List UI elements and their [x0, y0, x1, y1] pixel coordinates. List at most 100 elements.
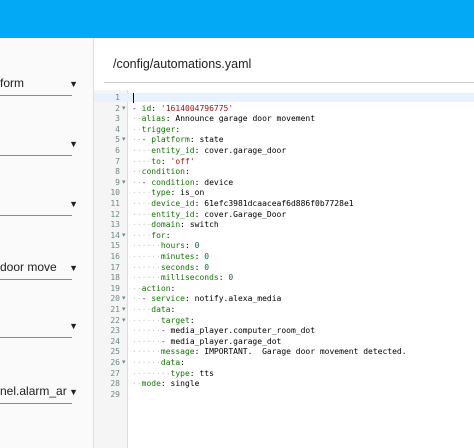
line-number: 25: [110, 347, 120, 357]
fold-arrow-icon[interactable]: ▾: [122, 294, 126, 303]
select-value: nel.alarm_ar: [0, 384, 67, 398]
code-text: ··- condition: device: [132, 178, 233, 187]
yaml-key: action: [141, 283, 171, 293]
text-cursor: [133, 93, 134, 103]
code-line[interactable]: 21 ▾ ····data:: [94, 305, 474, 314]
indent-guide: ··: [132, 114, 142, 124]
fold-arrow-icon[interactable]: ▾: [122, 231, 126, 240]
yaml-key: condition: [151, 177, 195, 187]
yaml-key: entity_id: [151, 146, 195, 155]
code-line[interactable]: 27 ········type: tts: [94, 369, 474, 378]
yaml-value: device: [204, 177, 234, 187]
colon: :: [194, 252, 205, 261]
indent-guide: ··: [132, 379, 142, 389]
code-line[interactable]: 2 ▾ - id: '1614004796775': [94, 104, 474, 113]
code-editor[interactable]: 1 2 ▾ - id: '1614004796775' 3 ··alias: Announ…: [94, 90, 474, 448]
select-field-5[interactable]: ▼: [0, 312, 78, 338]
code-line[interactable]: 19 ··action:: [94, 284, 474, 293]
colon: :: [175, 124, 181, 134]
colon: :: [189, 315, 195, 325]
indent-guide: ····: [132, 220, 152, 230]
select-field-1[interactable]: form ▼: [0, 70, 78, 96]
code-text: ······- media_player.garage_dot: [132, 337, 281, 346]
line-number: 3: [115, 114, 120, 124]
code-line[interactable]: 18 ······milliseconds: 0: [94, 273, 474, 282]
line-number: 20: [110, 294, 120, 304]
select-field-3[interactable]: ▼: [0, 190, 78, 216]
yaml-key: target: [160, 315, 190, 325]
fold-arrow-icon[interactable]: ▾: [122, 178, 126, 187]
colon: :: [180, 220, 190, 230]
code-text: ······hours: 0: [132, 241, 199, 250]
select-field-2[interactable]: ▼: [0, 130, 78, 156]
code-line[interactable]: 10 ····type: is_on: [94, 188, 474, 197]
code-line[interactable]: 5 ▾ ··- platform: state: [94, 135, 474, 144]
code-line[interactable]: 29: [94, 390, 474, 399]
yaml-value: notify.alexa_media: [194, 294, 282, 304]
code-line[interactable]: 13 ····domain: switch: [94, 220, 474, 229]
list-dash: -: [160, 336, 171, 346]
code-line[interactable]: 11 ····device_id: 61efc3981dcaaceaf6d886f…: [94, 199, 474, 208]
code-line[interactable]: 6 ····entity_id: cover.garage_door: [94, 146, 474, 155]
yaml-key: type: [151, 188, 171, 198]
line-number: 6: [115, 146, 120, 155]
code-line[interactable]: 23 ······- media_player.computer_room_dot: [94, 326, 474, 335]
indent-guide: ··: [132, 135, 142, 145]
code-line[interactable]: 4 ··trigger:: [94, 125, 474, 134]
yaml-key: to: [151, 156, 161, 166]
line-number: 1: [115, 93, 120, 102]
code-text: ····for:: [132, 231, 171, 240]
code-line[interactable]: 3 ··alias: Announce garage door movement: [94, 114, 474, 123]
code-line[interactable]: 8 ··condition:: [94, 167, 474, 176]
code-line[interactable]: 14 ▾ ····for:: [94, 231, 474, 240]
fold-arrow-icon[interactable]: ▾: [122, 358, 126, 367]
code-line[interactable]: 7 ····to: 'off': [94, 157, 474, 166]
line-number: 14: [110, 230, 120, 240]
yaml-value: state: [199, 135, 224, 145]
yaml-value: media_player.computer_room_dot: [170, 326, 316, 336]
code-line[interactable]: 28 ··mode: single: [94, 379, 474, 388]
yaml-key: mode: [141, 379, 161, 389]
list-dash: -: [141, 177, 152, 187]
line-number: 2: [115, 103, 120, 113]
code-text: ··- platform: state: [132, 135, 224, 144]
yaml-value: switch: [189, 220, 219, 230]
fold-arrow-icon[interactable]: ▾: [122, 104, 126, 113]
fold-arrow-icon[interactable]: ▾: [122, 135, 126, 144]
code-line[interactable]: 24 ······- media_player.garage_dot: [94, 337, 474, 346]
indent-guide: ····: [132, 305, 152, 314]
line-number: 24: [110, 336, 120, 346]
code-line[interactable]: 9 ▾ ··- condition: device: [94, 178, 474, 187]
yaml-value: 0: [194, 241, 200, 251]
indent-guide: ····: [132, 199, 152, 208]
code-line[interactable]: 22 ▾ ······target:: [94, 316, 474, 325]
indent-guide: ······: [132, 315, 161, 325]
yaml-key: domain: [151, 220, 181, 230]
code-line[interactable]: 15 ······hours: 0: [94, 241, 474, 250]
indent-guide: ······: [132, 252, 161, 261]
line-number: 26: [110, 358, 120, 367]
yaml-key: service: [151, 294, 185, 304]
yaml-value: 61efc3981dcaaceaf6d886f0b7728e1: [204, 199, 354, 208]
code-line[interactable]: 17 ······seconds: 0: [94, 263, 474, 272]
select-field-6[interactable]: nel.alarm_ar ▼: [0, 378, 78, 404]
yaml-key: hours: [160, 241, 185, 251]
fold-arrow-icon[interactable]: ▾: [122, 305, 126, 314]
indent-guide: ····: [132, 188, 152, 198]
select-field-4[interactable]: door move ▼: [0, 254, 78, 280]
code-line[interactable]: 20 ▾ ··- service: notify.alexa_media: [94, 294, 474, 303]
indent-guide: ··: [132, 177, 142, 187]
code-line[interactable]: 26 ▾ ······data:: [94, 358, 474, 367]
indent-guide: ··: [132, 167, 142, 177]
yaml-value: single: [170, 379, 200, 389]
code-line[interactable]: 16 ······minutes: 0: [94, 252, 474, 261]
code-text: ······minutes: 0: [132, 252, 209, 261]
line-number: 10: [110, 188, 120, 198]
code-line[interactable]: 1: [94, 93, 474, 102]
code-line[interactable]: 12 ····entity_id: cover.Garage_Door: [94, 210, 474, 219]
line-number: 4: [115, 124, 120, 134]
colon: :: [194, 199, 205, 208]
line-number: 29: [110, 389, 120, 399]
code-line[interactable]: 25 ······message: IMPORTANT. Garage door …: [94, 347, 474, 356]
fold-arrow-icon[interactable]: ▾: [122, 316, 126, 325]
